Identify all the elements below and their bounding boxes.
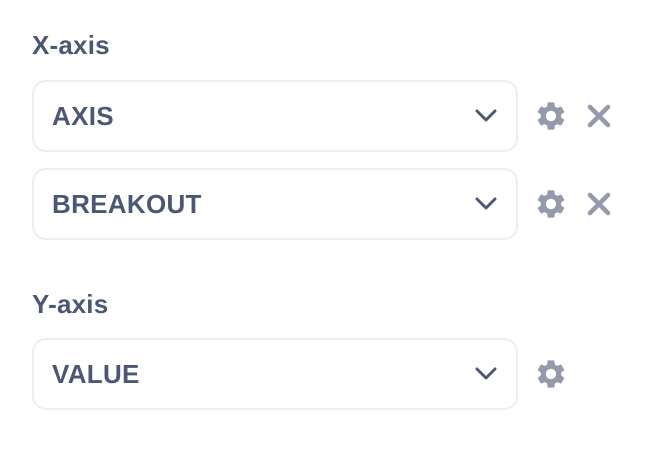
x-axis-field-row-1: AXIS — [32, 80, 618, 152]
close-icon[interactable] — [580, 97, 618, 135]
gear-icon[interactable] — [532, 355, 570, 393]
chart-axis-settings-panel: X-axis AXIS BREAKOUT Y-axis VALUE — [0, 0, 646, 466]
chevron-down-icon — [474, 104, 498, 128]
x-axis-field-row-2: BREAKOUT — [32, 168, 618, 240]
gear-icon[interactable] — [532, 97, 570, 135]
y-axis-field-select[interactable]: VALUE — [32, 338, 518, 410]
close-icon[interactable] — [580, 185, 618, 223]
chevron-down-icon — [474, 362, 498, 386]
y-axis-field-value: VALUE — [52, 358, 140, 389]
x-axis-breakout-value: BREAKOUT — [52, 188, 202, 219]
x-axis-field-value: AXIS — [52, 100, 114, 131]
x-axis-breakout-select[interactable]: BREAKOUT — [32, 168, 518, 240]
x-axis-field-select[interactable]: AXIS — [32, 80, 518, 152]
y-axis-field-row-1: VALUE — [32, 338, 570, 410]
chevron-down-icon — [474, 192, 498, 216]
gear-icon[interactable] — [532, 185, 570, 223]
y-axis-title: Y-axis — [32, 289, 109, 319]
x-axis-title: X-axis — [32, 30, 110, 60]
